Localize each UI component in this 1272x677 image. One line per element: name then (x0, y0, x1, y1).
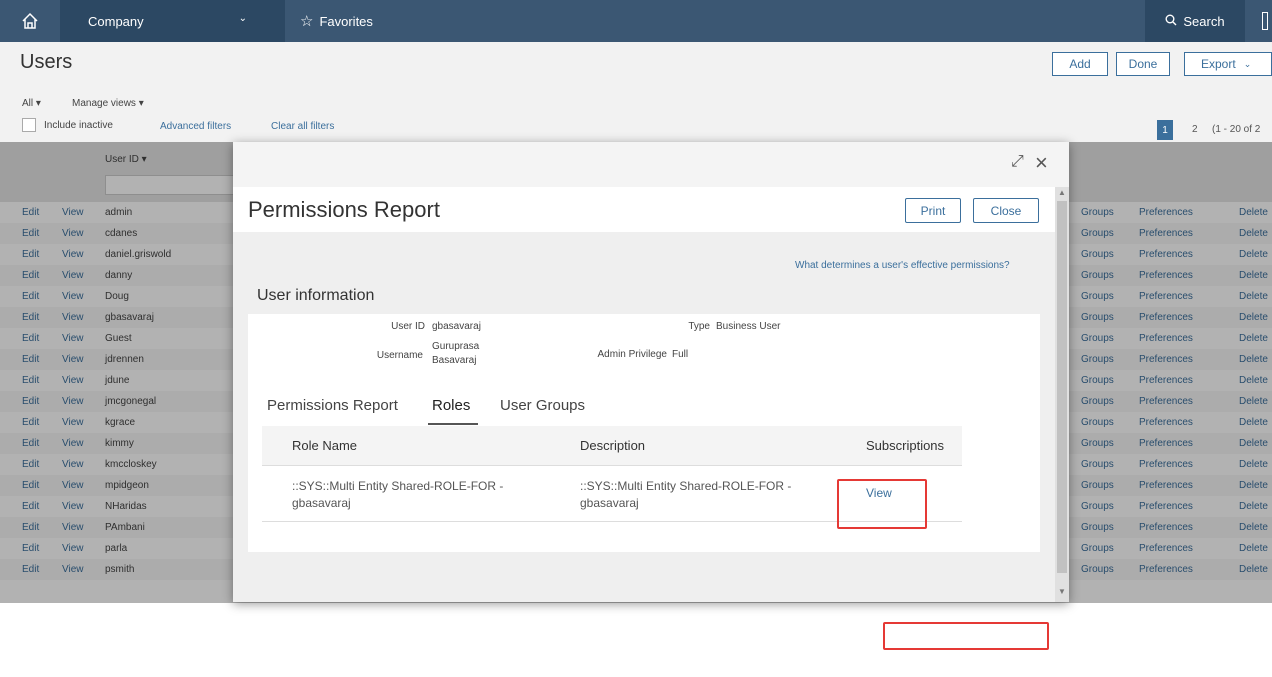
username-label: Username (376, 350, 423, 361)
roles-table-header: Role Name Description Subscriptions (262, 426, 962, 466)
company-label: Company (88, 13, 144, 29)
user-id-value: gbasavaraj (432, 321, 481, 332)
active-tab-indicator (428, 423, 478, 425)
role-name-header: Role Name (292, 438, 358, 453)
search-button[interactable]: Search (1145, 0, 1245, 42)
user-info-heading: User information (257, 287, 375, 304)
admin-privilege-value: Full (672, 349, 689, 360)
page-title: Users (20, 51, 73, 73)
modal-title-bar: ⤢ × (233, 142, 1069, 187)
company-selector[interactable]: Company ⌄ (60, 0, 285, 42)
role-name-cell: ::SYS::Multi Entity Shared-ROLE-FOR - gb… (292, 479, 504, 510)
description-cell: ::SYS::Multi Entity Shared-ROLE-FOR - gb… (580, 479, 792, 510)
type-label: Type (688, 321, 710, 332)
report-title: Permissions Report (248, 197, 440, 222)
chevron-down-icon: ⌄ (1243, 58, 1252, 69)
admin-privilege-label: Admin Privilege (597, 349, 667, 360)
include-inactive-checkbox[interactable] (22, 118, 36, 132)
report-header: Permissions Report Print Close (233, 187, 1055, 232)
tab-roles[interactable]: Roles (432, 397, 470, 414)
effective-permissions-link[interactable]: What determines a user's effective permi… (795, 260, 1010, 271)
type-value: Business User (716, 321, 781, 332)
page-2-button[interactable]: 2 (1192, 124, 1198, 135)
username-value-line1: Guruprasa (432, 341, 480, 352)
done-button[interactable]: Done (1116, 52, 1170, 76)
manage-views-menu[interactable]: Manage views ▾ (72, 98, 144, 109)
scroll-down-icon[interactable]: ▼ (1058, 587, 1066, 596)
tab-permissions-report[interactable]: Permissions Report (267, 397, 398, 414)
search-icon (1165, 14, 1177, 29)
page-1-button[interactable]: 1 (1157, 120, 1173, 140)
panel-icon[interactable] (1262, 12, 1268, 30)
search-label: Search (1183, 13, 1225, 29)
top-nav: Company ⌄ ☆ Favorites Search (0, 0, 1272, 42)
close-button[interactable]: Close (973, 198, 1039, 223)
permissions-modal: ⤢ × Permissions Report Print Close What … (233, 142, 1069, 602)
highlight-box-view (837, 479, 927, 529)
user-info-card: User ID gbasavaraj Type Business User Us… (248, 314, 1040, 552)
modal-content: Permissions Report Print Close What dete… (233, 187, 1055, 602)
home-icon[interactable] (0, 0, 60, 42)
highlight-box-view-permissions (883, 622, 1049, 650)
clear-filters-link[interactable]: Clear all filters (271, 121, 334, 132)
description-header: Description (580, 438, 646, 453)
add-button[interactable]: Add (1052, 52, 1108, 76)
include-inactive-label: Include inactive (44, 120, 113, 131)
expand-icon[interactable]: ⤢ (1011, 153, 1024, 171)
favorites-button[interactable]: ☆ Favorites (300, 0, 373, 42)
print-button[interactable]: Print (905, 198, 961, 223)
export-label: Export (1201, 57, 1236, 71)
export-button[interactable]: Export ⌄ (1184, 52, 1272, 76)
username-value-line2: Basavaraj (432, 355, 477, 366)
user-id-label: User ID (391, 321, 425, 332)
close-icon[interactable]: × (1035, 150, 1048, 176)
chevron-down-icon: ⌄ (238, 13, 247, 24)
all-views-menu[interactable]: All ▾ (22, 98, 41, 109)
modal-scrollbar[interactable]: ▲ ▼ (1055, 187, 1069, 602)
favorites-label: Favorites (319, 13, 373, 29)
home-icon-graphic (22, 12, 38, 29)
scroll-up-icon[interactable]: ▲ (1058, 188, 1066, 197)
scrollbar-thumb[interactable] (1057, 201, 1067, 573)
advanced-filters-link[interactable]: Advanced filters (160, 121, 231, 132)
star-icon: ☆ (300, 13, 314, 30)
pagination-range: (1 - 20 of 2 (1212, 124, 1261, 135)
subscriptions-header: Subscriptions (866, 438, 945, 453)
tab-user-groups[interactable]: User Groups (500, 397, 585, 414)
